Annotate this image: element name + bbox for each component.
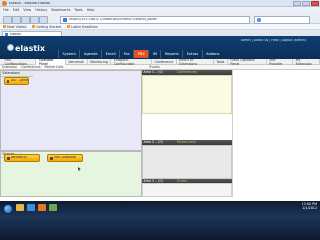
panel-tab-conferences[interactable]: Conferences [21,65,40,69]
search-engine-icon [257,17,261,22]
menu-history[interactable]: History [35,8,47,12]
window-controls [293,1,319,6]
subnav-tools[interactable]: Tools [214,58,228,65]
start-button-icon[interactable] [3,204,13,214]
stop-icon[interactable] [30,15,39,24]
subnav-conference[interactable]: Conference [152,58,177,65]
address-bar[interactable]: https://192.168.0.1/index.php?menu=contr… [60,15,250,24]
menu-bookmarks[interactable]: Bookmarks [51,8,70,12]
ie-taskbar-icon[interactable] [27,204,35,211]
bookmark-most-visited[interactable]: Most Visited [3,25,26,29]
maximize-icon[interactable] [302,1,310,6]
module-tab-im[interactable]: IM [148,50,160,58]
queue-label: Ventas(tx) [10,156,27,160]
bookmark-latest-headlines[interactable]: Latest Headlines [67,25,98,29]
bookmark-getting-started[interactable]: Getting Started [32,25,61,29]
subnav-my-extension[interactable]: My Extension [293,58,320,66]
areas-column: Area 1 -- (0) Conferences Area 2 -- (0) … [142,70,232,197]
menu-view[interactable]: View [23,8,31,12]
panel-tab-extension[interactable]: Extension [2,65,17,69]
site-favicon-icon [63,17,67,22]
explorer-taskbar-icon[interactable] [16,204,24,211]
subnav-flash-operator-panel[interactable]: Flash Operator Panel [228,58,267,66]
queue-chip[interactable]: Ventas(tx) [4,154,40,162]
system-tray-clock[interactable]: 12:00 PM 1/1/2012 [302,202,317,211]
module-tab-agenda[interactable]: Agenda [79,50,101,58]
subnav-operator-panel[interactable]: Operator Panel [36,58,66,66]
menu-help[interactable]: Help [87,8,95,12]
home-icon[interactable] [39,15,48,24]
menu-tools[interactable]: Tools [74,8,82,12]
subnav-voicemail[interactable]: Voicemail [66,58,88,65]
browser-title-bar: Elastix - Mozilla Firefox [0,0,320,7]
extension-label: 100 - Demo [10,79,28,83]
extensions-panel: Extensions 100 - Demo [0,70,142,151]
queue-chip[interactable]: Info Consultas [47,154,83,162]
area1-body[interactable] [142,74,232,114]
window-title: Elastix - Mozilla Firefox [9,1,50,5]
navigation-toolbar: https://192.168.0.1/index.php?menu=contr… [0,13,320,24]
minimize-icon[interactable] [293,1,301,6]
elastix-logo: elastix [7,44,45,53]
search-input[interactable] [254,15,310,24]
queues-panel: Queues Ventas(tx) Info Consultas [0,151,142,197]
extension-chip[interactable]: 100 - Demo [4,77,29,85]
subnav-voip-provider[interactable]: VoIP Provider [267,58,294,66]
right-panel [232,70,320,197]
queue-label: Info Consultas [53,156,77,160]
logo-mark-icon [7,44,14,51]
queue-icon [49,156,53,160]
firefox-icon [2,1,7,6]
windows-taskbar: 12:00 PM 1/1/2012 [0,201,320,240]
subnav-batch-of-extensions[interactable]: Batch of Extensions [177,58,214,66]
elastix-header: elastix Admin | About us | Help | Logout… [0,36,320,59]
menu-edit[interactable]: Edit [13,8,20,12]
app-taskbar-icon[interactable] [49,204,57,211]
menu-file[interactable]: File [3,8,9,12]
firefox-taskbar-icon[interactable] [38,204,46,211]
url-text: https://192.168.0.1/index.php?menu=contr… [69,17,157,21]
area2-body[interactable] [142,144,232,179]
panel-tab-parked-calls[interactable]: Parked Calls [45,65,64,69]
reload-icon[interactable] [21,15,30,24]
forward-icon[interactable] [12,15,21,24]
panel-tab-trunks[interactable]: Trunks [149,65,160,69]
close-icon[interactable] [311,1,319,6]
back-icon[interactable] [3,15,12,24]
subnav-endpoint-configurator[interactable]: Endpoint Configurator [111,58,152,66]
extensions-panel-header: Extensions [1,71,33,77]
subnav-monitoring[interactable]: Monitoring [88,58,112,65]
subnav-pbx-configuration[interactable]: PBX Configuration [2,58,37,66]
top-links[interactable]: Admin | About us | Help | Logout (admin) [241,39,306,42]
queue-icon [6,156,10,160]
mouse-cursor-icon [78,167,81,171]
phone-icon [6,79,10,83]
area3-body[interactable] [142,183,232,197]
logo-text: elastix [15,44,46,53]
tray-date: 1/1/2012 [302,205,317,210]
